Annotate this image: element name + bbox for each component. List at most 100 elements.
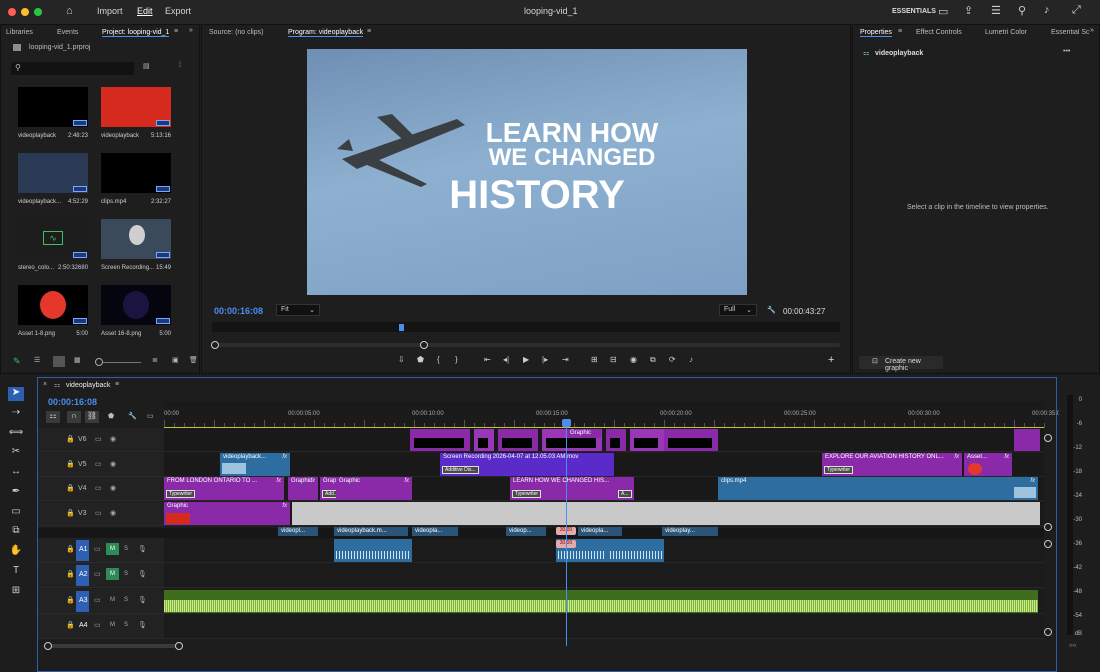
eye-icon[interactable]: ◉: [110, 484, 116, 492]
tab-events[interactable]: Events: [57, 29, 78, 36]
pencil-icon[interactable]: ✎: [13, 356, 21, 367]
filter-icon[interactable]: ⁞: [179, 62, 181, 69]
workspace-label[interactable]: ESSENTIALS: [892, 8, 936, 15]
search-input[interactable]: ⚲: [11, 62, 134, 75]
mute-button[interactable]: M: [106, 568, 119, 580]
new-item-icon[interactable]: ▣: [172, 356, 179, 364]
tab-program[interactable]: Program: videoplayback: [288, 29, 364, 37]
menu-import[interactable]: Import: [97, 6, 123, 16]
video-frame[interactable]: LEARN HOW WE CHANGED HISTORY: [307, 49, 747, 295]
graphic-clip-v6[interactable]: [498, 429, 538, 451]
sync-icon[interactable]: ▭: [94, 596, 101, 604]
pen-tool-icon[interactable]: ✒: [8, 486, 24, 500]
eye-icon[interactable]: ◉: [110, 509, 116, 517]
lock-icon[interactable]: 🔒: [66, 435, 75, 443]
sync-icon[interactable]: ▭: [95, 435, 102, 443]
close-window-button[interactable]: [8, 8, 16, 16]
clip-row2[interactable]: videop...: [506, 527, 546, 536]
sync-icon[interactable]: ▭: [95, 484, 102, 492]
lock-icon[interactable]: 🔒: [66, 596, 75, 604]
properties-menu-icon[interactable]: ≡: [898, 28, 902, 35]
hand-tool-icon[interactable]: ✋: [8, 545, 24, 559]
sync-icon[interactable]: ▭: [94, 621, 101, 629]
playhead-handle[interactable]: [562, 419, 571, 427]
clip-videoplayback-v5[interactable]: videoplayback... fx: [220, 453, 290, 476]
clip-asset[interactable]: Asset... fx: [964, 453, 1012, 476]
clip-clips-mp4[interactable]: clips.mp4 fx: [718, 477, 1038, 500]
media-thumbnail[interactable]: [18, 153, 88, 193]
graphic-clip-v6[interactable]: [606, 429, 626, 451]
trash-icon[interactable]: 🗑: [189, 356, 198, 364]
razor-tool-icon[interactable]: ✂: [8, 446, 24, 460]
ripple-edit-tool-icon[interactable]: ⟺: [8, 427, 24, 441]
audio-clip-a3[interactable]: [164, 590, 1038, 613]
graphic-clip-v6-label[interactable]: Graphic: [567, 429, 601, 438]
go-to-out-icon[interactable]: ⇥: [562, 355, 569, 364]
mute-button[interactable]: M: [106, 619, 119, 631]
graphic-clip-v6-end[interactable]: [1014, 429, 1040, 451]
more-panels-icon[interactable]: »: [189, 27, 193, 34]
clip-row2[interactable]: videopla...: [412, 527, 458, 536]
timeline-timecode[interactable]: 00:00:16:08: [48, 397, 97, 407]
sync-icon[interactable]: ▭: [95, 509, 102, 517]
freeform-view-icon[interactable]: ▦: [74, 356, 81, 364]
zoom-slider[interactable]: [103, 362, 141, 363]
mark-in-icon[interactable]: {: [437, 355, 440, 364]
tab-lumetri-color[interactable]: Lumetri Color: [985, 29, 1027, 36]
tab-essential-sound[interactable]: Essential Sc: [1051, 29, 1089, 36]
clip-explore-aviation[interactable]: EXPLORE OUR AVIATION HISTORY ONL... fx Typ…: [822, 453, 962, 476]
track-select-tool-icon[interactable]: ⇢: [8, 407, 24, 421]
graphic-clip-v6[interactable]: [630, 429, 664, 451]
zoom-handle-right[interactable]: [420, 341, 428, 349]
track-matte-icon[interactable]: ⧉: [8, 525, 24, 539]
type-tool-icon[interactable]: T: [8, 565, 24, 579]
clip-row2[interactable]: videoplayback.m...: [334, 527, 408, 536]
compare-icon[interactable]: ⧉: [650, 355, 656, 365]
graphic-clip-v6[interactable]: [410, 429, 470, 451]
additive-dissolve[interactable]: Additive Dis...: [442, 466, 479, 474]
audio-icon[interactable]: ♪: [689, 355, 693, 364]
fullscreen-icon[interactable]: ⤢: [1072, 4, 1081, 17]
sync-icon[interactable]: ▭: [94, 545, 101, 553]
audio-clip-a1[interactable]: [334, 539, 412, 562]
lock-icon[interactable]: 🔒: [66, 460, 75, 468]
create-new-graphic-button[interactable]: ⊡ Create new graphic: [859, 356, 943, 372]
zoom-scrollbar[interactable]: [212, 343, 840, 347]
mic-icon[interactable]: 🎙: [138, 621, 147, 629]
mic-icon[interactable]: 🎙: [138, 570, 147, 578]
captions-icon[interactable]: ▭: [147, 412, 154, 420]
insert-nest-icon[interactable]: ⚏: [46, 411, 60, 423]
snap-icon[interactable]: ∩: [67, 411, 81, 423]
solo-button[interactable]: S: [124, 546, 128, 552]
track-scroll-handle[interactable]: [1044, 523, 1052, 531]
selection-tool-icon[interactable]: ➤: [8, 387, 24, 401]
timeline-tab[interactable]: videoplayback: [66, 382, 110, 389]
clip-graphic-1[interactable]: Graphic fx: [288, 477, 318, 500]
new-bin-icon[interactable]: ▤: [143, 62, 150, 70]
scroll-handle-right[interactable]: [175, 642, 183, 650]
media-thumbnail[interactable]: ∿: [18, 219, 88, 259]
media-thumbnail[interactable]: [101, 285, 171, 325]
media-thumbnail[interactable]: [101, 153, 171, 193]
playhead-line[interactable]: [566, 423, 567, 646]
quality-dropdown[interactable]: Full ⌄: [719, 304, 757, 316]
mic-icon[interactable]: 🎙: [138, 596, 147, 604]
more-panels-icon[interactable]: »: [1090, 27, 1094, 34]
volume-icon[interactable]: ♪: [1044, 4, 1050, 16]
linked-selection-icon[interactable]: ⛓: [85, 411, 99, 423]
caption-tool-icon[interactable]: ⊞: [8, 585, 24, 599]
gap-v3[interactable]: [292, 502, 1040, 525]
clip-row2[interactable]: videopla...: [578, 527, 622, 536]
mic-icon[interactable]: 🎙: [138, 545, 147, 553]
marker-icon[interactable]: ⬟: [417, 355, 424, 364]
track-scroll-handle[interactable]: [1044, 540, 1052, 548]
add-marker-icon[interactable]: ⬟: [108, 412, 114, 420]
horizontal-scrollbar[interactable]: [45, 644, 180, 648]
workspaces-icon[interactable]: ▭: [938, 5, 948, 18]
typewriter-effect[interactable]: Typewriter: [824, 466, 854, 474]
minimize-window-button[interactable]: [21, 8, 29, 16]
lock-icon[interactable]: 🔒: [66, 570, 75, 578]
lock-icon[interactable]: 🔒: [66, 545, 75, 553]
mark-out-icon[interactable]: }: [455, 355, 458, 364]
media-thumbnail[interactable]: [101, 87, 171, 127]
